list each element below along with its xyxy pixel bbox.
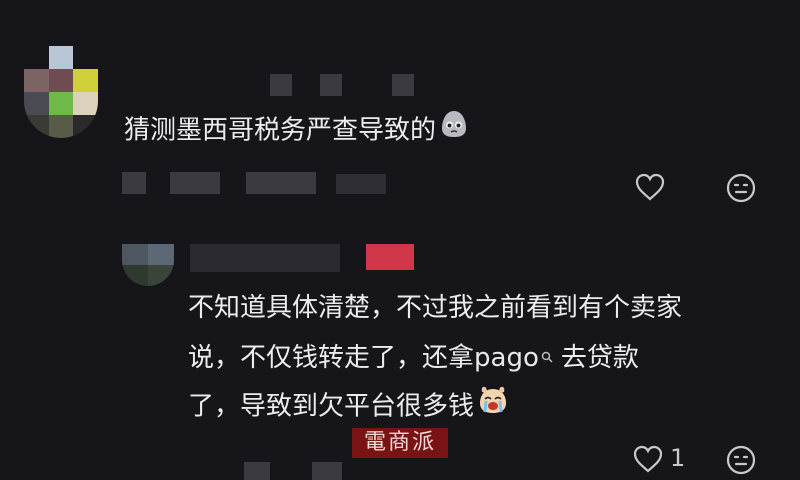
meta-blur <box>122 172 146 194</box>
author-badge-blur <box>366 244 414 270</box>
username-blur <box>320 74 342 96</box>
username-blur <box>270 74 292 96</box>
username-blur <box>392 74 414 96</box>
watermark-logo: 電商派 <box>352 428 448 458</box>
like-count: 1 <box>670 444 686 472</box>
reply-text-line2: 说，不仅钱转走了，还拿pago 去贷款 <box>188 336 639 381</box>
meta-blur <box>244 462 270 480</box>
crying-face-icon <box>476 384 510 430</box>
username-blur <box>190 244 340 272</box>
pleading-face-icon <box>438 108 470 154</box>
dislike-face-icon[interactable] <box>725 444 757 480</box>
meta-blur <box>312 462 342 480</box>
commenter-avatar[interactable] <box>24 46 98 138</box>
search-link[interactable]: pago <box>474 343 561 373</box>
meta-blur <box>246 172 316 194</box>
heart-icon[interactable] <box>632 444 664 478</box>
reply-text-line1: 不知道具体清楚，不过我之前看到有个卖家 <box>188 293 683 323</box>
meta-blur <box>170 172 220 194</box>
replier-avatar[interactable] <box>122 244 174 286</box>
comment-text: 猜测墨西哥税务严查导致的 <box>124 108 470 154</box>
dislike-face-icon[interactable] <box>725 172 757 208</box>
reply-blur[interactable] <box>336 174 386 194</box>
search-icon <box>541 337 553 381</box>
reply-text-line3: 了，导致到欠平台很多钱 <box>188 384 510 430</box>
heart-icon[interactable] <box>634 172 666 206</box>
